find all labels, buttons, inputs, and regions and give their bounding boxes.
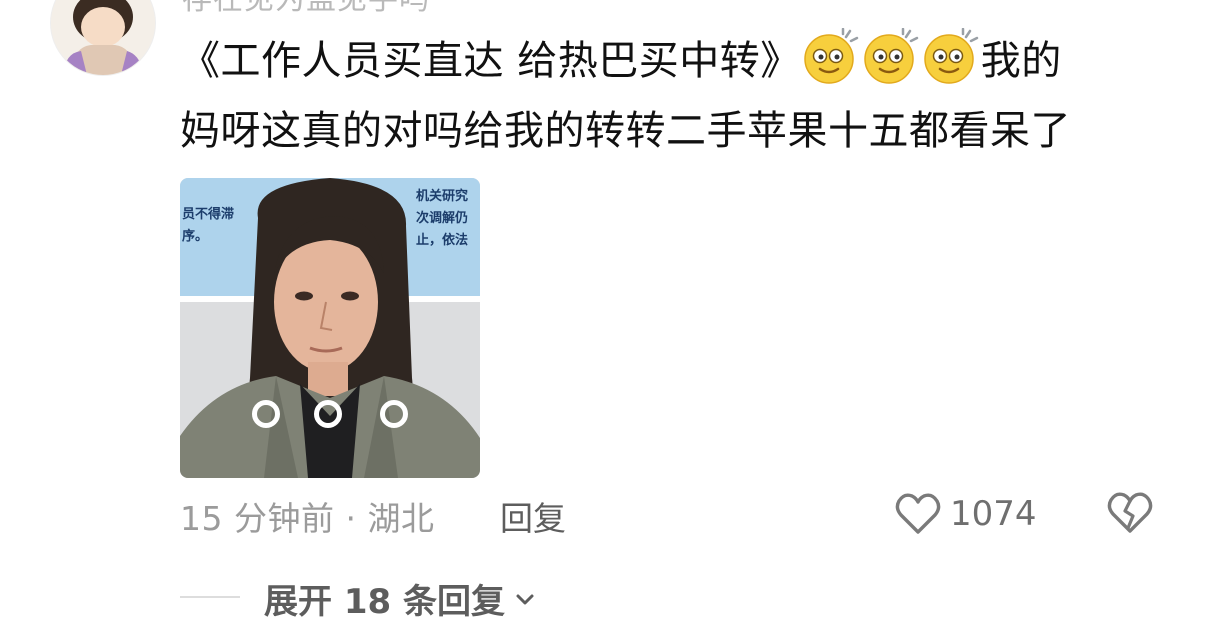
comment-text-part: 我的 xyxy=(980,38,1062,84)
dazed-emoji-icon xyxy=(862,28,920,86)
comment-text-part: 《工作人员买直达 给热巴买中转》 xyxy=(180,38,801,84)
sign-text-left: 员不得滞 序。 xyxy=(182,204,234,248)
sign-line: 机关研究 xyxy=(416,189,469,204)
loading-dots-icon xyxy=(252,400,412,428)
broken-heart-icon xyxy=(1107,492,1153,533)
chevron-down-icon xyxy=(516,594,534,604)
expand-replies-label: 展开 18 条回复 xyxy=(264,582,505,622)
comment-line-1: 《工作人员买直达 给热巴买中转》 我的 xyxy=(180,26,1160,96)
sign-line: 序。 xyxy=(182,229,209,244)
dazed-emoji-icon xyxy=(922,28,980,86)
comment-text: 《工作人员买直达 给热巴买中转》 我的 妈呀这真的对吗给我的转转二手苹果十五都看呆… xyxy=(180,26,1160,166)
heart-icon xyxy=(895,493,941,534)
comment-image[interactable]: 员不得滞 序。 机关研究 次调解仍 止，依法 xyxy=(180,178,480,478)
dislike-button[interactable] xyxy=(1106,490,1154,536)
time-location: 15 分钟前 · 湖北 xyxy=(180,499,435,538)
avatar[interactable] xyxy=(50,0,156,76)
reply-button[interactable]: 回复 xyxy=(500,492,566,540)
sign-line: 次调解仍 xyxy=(416,211,469,226)
like-button[interactable]: 1074 xyxy=(894,490,1037,538)
expand-replies-button[interactable]: 展开 18 条回复 xyxy=(264,574,537,623)
like-count: 1074 xyxy=(950,494,1037,534)
sign-text-right: 机关研究 次调解仍 止，依法 xyxy=(416,186,468,252)
dazed-emoji-icon xyxy=(802,28,860,86)
comment-line-2: 妈呀这真的对吗给我的转转二手苹果十五都看呆了 xyxy=(180,108,1071,154)
comment-card: 存在见为盖见手吗 《工作人员买直达 给热巴买中转》 我的 妈呀这真的对吗给我的转转… xyxy=(0,0,1206,644)
username[interactable]: 存在见为盖见手吗 xyxy=(182,0,430,18)
sign-line: 员不得滞 xyxy=(182,207,235,222)
divider xyxy=(180,596,240,598)
sign-line: 止，依法 xyxy=(416,233,469,248)
